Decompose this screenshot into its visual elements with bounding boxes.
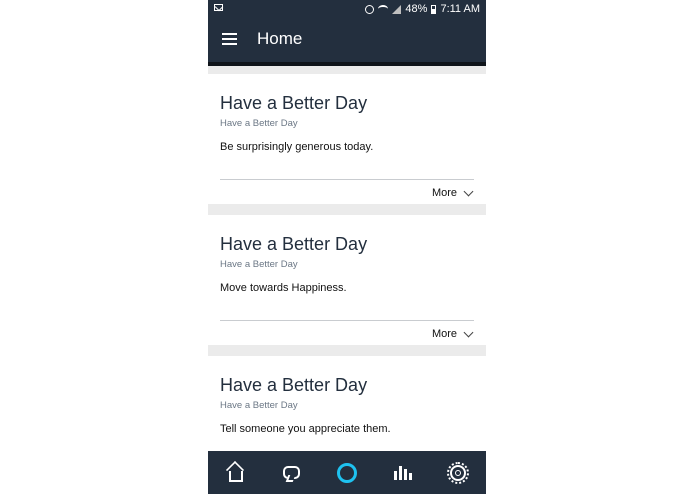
card-divider [220, 179, 474, 180]
nav-communicate[interactable] [276, 458, 306, 488]
nav-play[interactable] [388, 458, 418, 488]
card-title: Have a Better Day [220, 375, 368, 395]
alexa-icon [336, 462, 357, 483]
card-title: Have a Better Day [220, 234, 368, 254]
card-body: Tell someone you appreciate them. [220, 423, 391, 435]
card-title: Have a Better Day [220, 93, 368, 113]
home-icon [228, 471, 243, 482]
status-bar: 48% 7:11 AM [208, 0, 486, 18]
phone-screen: 48% 7:11 AM Home Have a Better Day Have … [208, 0, 486, 494]
wifi-icon [378, 5, 389, 13]
mail-icon [214, 4, 223, 11]
music-icon [393, 465, 412, 480]
card-subtitle: Have a Better Day [220, 259, 298, 270]
gear-icon [447, 461, 470, 484]
battery-icon [431, 4, 437, 14]
more-button[interactable]: More [431, 186, 474, 199]
chat-icon [282, 466, 300, 479]
card-divider [220, 320, 474, 321]
feed-card: Have a Better Day Have a Better Day Move… [208, 215, 486, 345]
card-subtitle: Have a Better Day [220, 400, 298, 411]
feed-card: Have a Better Day Have a Better Day Be s… [208, 74, 486, 204]
chevron-down-icon [463, 186, 474, 196]
more-label: More [431, 187, 457, 199]
card-body: Move towards Happiness. [220, 282, 347, 294]
app-bar: Home [208, 18, 486, 66]
nav-settings[interactable] [443, 458, 473, 488]
menu-icon[interactable] [222, 33, 237, 45]
card-subtitle: Have a Better Day [220, 118, 298, 129]
sync-icon [365, 4, 375, 14]
bottom-nav [208, 451, 486, 494]
nav-home[interactable] [221, 458, 251, 488]
card-body: Be surprisingly generous today. [220, 141, 374, 153]
page-title: Home [257, 29, 303, 48]
nav-alexa[interactable] [332, 458, 362, 488]
chevron-down-icon [463, 327, 474, 337]
clock: 7:11 AM [440, 3, 480, 15]
signal-icon [392, 4, 402, 14]
more-button[interactable]: More [431, 327, 474, 340]
status-right: 48% 7:11 AM [365, 3, 480, 15]
more-label: More [431, 328, 457, 340]
battery-percent: 48% [405, 3, 428, 15]
